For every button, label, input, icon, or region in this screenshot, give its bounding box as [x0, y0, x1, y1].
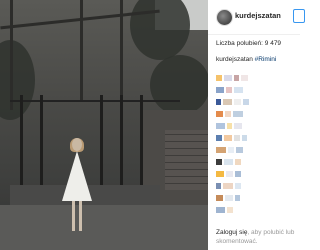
photo-ground [0, 205, 208, 250]
person-head [72, 138, 82, 151]
comment-row [216, 171, 241, 177]
comment-row [216, 147, 243, 153]
follow-button[interactable] [293, 9, 305, 23]
photo-bar [100, 95, 103, 195]
person-leg [72, 201, 75, 231]
photo-bar [140, 95, 143, 195]
person-dress [62, 151, 92, 201]
comment-row [216, 159, 241, 165]
comment-row [216, 99, 249, 105]
photo-bar [40, 95, 43, 195]
avatar[interactable] [216, 9, 233, 26]
comment-row [216, 183, 241, 189]
photo-foliage [130, 0, 190, 60]
likes-count[interactable]: Liczba polubień: 9 479 [216, 40, 281, 47]
photo-beam [10, 0, 13, 110]
comment-row [216, 207, 233, 213]
photo-bar [20, 95, 23, 195]
post-header: kurdejszatan [208, 0, 305, 35]
photo-bar [120, 95, 123, 195]
comment-row [216, 123, 242, 129]
username-link[interactable]: kurdejszatan [235, 11, 281, 20]
photo-beam [120, 0, 123, 100]
post-caption: kurdejszatan #Rimini [216, 56, 276, 63]
login-link[interactable]: Zaloguj się [216, 229, 247, 236]
caption-username[interactable]: kurdejszatan [216, 56, 253, 63]
login-prompt: Zaloguj się, aby polubić lub skomentować… [216, 228, 301, 246]
instagram-post: kurdejszatan Liczba polubień: 9 479 kurd… [0, 0, 305, 250]
post-photo[interactable] [0, 0, 208, 250]
post-sidebar: kurdejszatan Liczba polubień: 9 479 kurd… [208, 0, 305, 250]
comment-row [216, 111, 243, 117]
caption-hashtag[interactable]: #Rimini [255, 56, 277, 63]
comment-row [216, 135, 247, 141]
person-leg [79, 201, 82, 231]
comment-row [216, 75, 248, 81]
comment-row [216, 195, 240, 201]
photo-beam [80, 0, 83, 100]
comment-row [216, 87, 243, 93]
